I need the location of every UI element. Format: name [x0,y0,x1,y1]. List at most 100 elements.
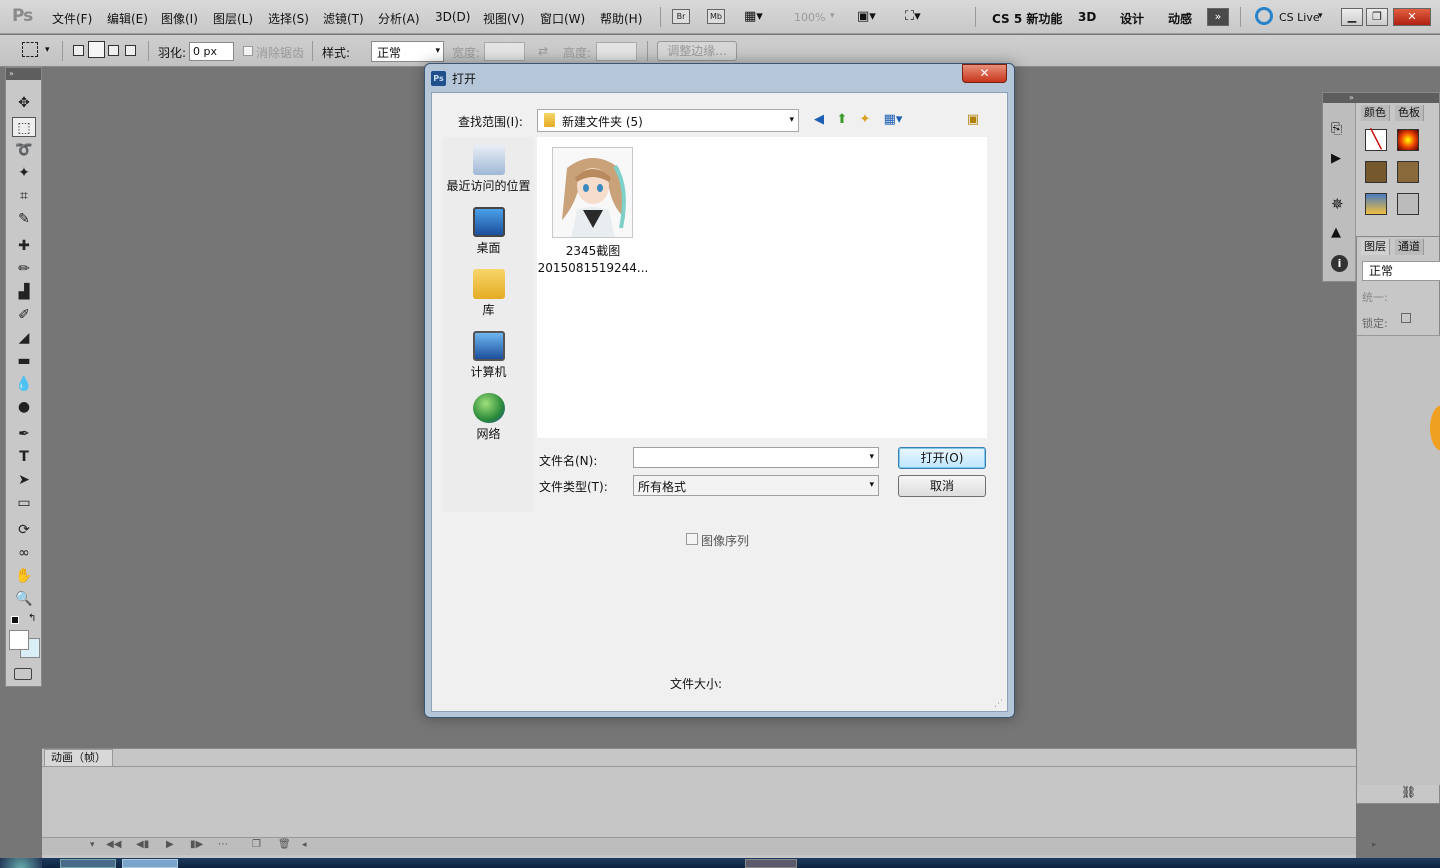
dodge-tool-icon[interactable]: ● [12,397,36,417]
zoom-level[interactable]: 100% [794,11,825,24]
history-brush-tool-icon[interactable]: ✐ [12,305,36,325]
eyedropper-tool-icon[interactable]: ✎ [12,209,36,229]
menu-image[interactable]: 图像(I) [161,10,198,27]
rect-marquee-preset-icon[interactable] [22,42,38,57]
brush-tool-icon[interactable]: ✏ [12,259,36,279]
bridge-button[interactable]: Br [672,9,690,24]
gradient-tool-icon[interactable]: ▬ [12,351,36,371]
quick-mask-icon[interactable] [14,668,32,680]
swap-icon[interactable]: ⇄ [538,44,548,58]
menu-edit[interactable]: 编辑(E) [107,10,148,27]
open-button[interactable]: 打开(O) [898,447,986,469]
style-swatch[interactable] [1397,161,1419,183]
tween-icon[interactable]: ⋯ [218,839,228,850]
zoom-dropdown-icon[interactable]: ▾ [830,11,835,21]
type-tool-icon[interactable]: T [12,447,36,467]
extras-icon[interactable]: ▦▾ [744,9,763,24]
actions-panel-icon[interactable]: ▶ [1331,151,1341,166]
preset-dropdown-icon[interactable]: ▾ [45,45,50,55]
pen-tool-icon[interactable]: ✒ [12,424,36,444]
style-none-swatch[interactable]: ╲ [1365,129,1387,151]
arrange-documents-icon[interactable]: ▣▾ [857,9,876,24]
clone-stamp-tool-icon[interactable]: ▟ [12,282,36,302]
tab-animation-frames[interactable]: 动画（帧） [44,749,113,766]
cs-live-dropdown-icon[interactable]: ▾ [1318,11,1323,21]
intersect-selection-icon[interactable] [125,45,136,56]
tab-layers[interactable]: 图层 [1361,239,1390,255]
style-select[interactable]: 正常 ▾ [371,41,444,62]
dialog-close-icon[interactable]: ✕ [962,64,1007,83]
path-select-tool-icon[interactable]: ➤ [12,470,36,490]
filename-input[interactable]: ▾ [633,447,879,468]
place-library[interactable]: 库 [443,269,534,318]
place-computer[interactable]: 计算机 [443,331,534,380]
delete-frame-icon[interactable]: 🗑 [278,839,291,850]
play-icon[interactable]: ▶ [166,839,174,850]
taskbar-app[interactable] [60,859,116,868]
image-sequence-checkbox[interactable] [686,533,698,545]
new-frame-icon[interactable]: ❐ [252,839,261,850]
tab-color[interactable]: 颜色 [1361,105,1390,121]
prev-frame-icon[interactable]: ◀▮ [136,839,149,850]
subtract-selection-icon[interactable] [108,45,119,56]
shape-tool-icon[interactable]: ▭ [12,493,36,513]
menu-analysis[interactable]: 分析(A) [378,10,420,27]
next-frame-icon[interactable]: ▮▶ [190,839,203,850]
menu-view[interactable]: 视图(V) [483,10,525,27]
window-close-icon[interactable]: ✕ [1393,8,1431,26]
scroll-left-icon[interactable]: ◂ [302,840,307,850]
move-tool-icon[interactable]: ✥ [12,93,36,113]
more-workspaces-icon[interactable]: » [1207,8,1229,26]
menu-filter[interactable]: 滤镜(T) [323,10,364,27]
workspace-design[interactable]: 设计 [1120,10,1144,27]
start-button[interactable] [0,858,42,868]
filetype-select[interactable]: 所有格式 ▾ [633,475,879,496]
place-network[interactable]: 网络 [443,393,534,442]
place-recent[interactable]: 最近访问的位置 [443,145,534,194]
menu-layer[interactable]: 图层(L) [213,10,253,27]
tools-panel-collapse-icon[interactable]: » [6,68,41,80]
taskbar-app[interactable] [122,859,178,868]
3d-rotate-tool-icon[interactable]: ⟳ [12,520,36,540]
hand-tool-icon[interactable]: ✋ [12,566,36,586]
style-swatch[interactable] [1397,129,1419,151]
refine-edge-button[interactable]: 调整边缘... [657,41,737,61]
file-thumbnail[interactable] [552,147,633,238]
swap-colors-icon[interactable]: ↰ [28,613,36,624]
view-menu-icon[interactable]: ▦▾ [879,111,907,129]
restore-icon[interactable]: ❐ [1366,8,1388,26]
minimize-icon[interactable]: ▁ [1341,8,1363,26]
back-icon[interactable]: ◀ [810,111,828,129]
cs-live-menu[interactable]: CS Live [1279,11,1320,24]
mini-bridge-button[interactable]: Mb [707,9,725,24]
resize-grip-icon[interactable]: ⋰ [994,699,1003,709]
panel-collapse-icon[interactable]: » [1323,93,1439,103]
lasso-tool-icon[interactable]: ➰ [12,140,36,160]
up-folder-icon[interactable]: ⬆ [833,111,851,129]
new-selection-icon[interactable] [73,45,84,56]
info-panel-icon[interactable]: i [1331,255,1348,272]
cancel-button[interactable]: 取消 [898,475,986,497]
new-folder-icon[interactable]: ✦ [856,111,874,129]
tab-swatches[interactable]: 色板 [1395,105,1424,121]
blur-tool-icon[interactable]: 💧 [12,374,36,394]
place-desktop[interactable]: 桌面 [443,207,534,256]
history-panel-icon[interactable]: ⎘ [1331,121,1342,137]
menu-select[interactable]: 选择(S) [268,10,309,27]
lock-transparent-icon[interactable] [1401,313,1411,323]
link-layers-icon[interactable]: ⛓ [1401,785,1416,799]
menu-file[interactable]: 文件(F) [52,10,92,27]
width-input[interactable] [484,42,525,61]
foreground-color-swatch[interactable] [9,630,29,650]
workspace-motion[interactable]: 动感 [1168,10,1192,27]
healing-brush-tool-icon[interactable]: ✚ [12,236,36,256]
quick-select-tool-icon[interactable]: ✦ [12,163,36,183]
scroll-right-icon[interactable]: ▸ [1372,840,1377,850]
taskbar-app[interactable] [745,859,797,868]
height-input[interactable] [596,42,637,61]
screen-mode-icon[interactable]: ⛶▾ [905,9,921,24]
blend-mode-select[interactable]: 正常 [1362,261,1440,281]
workspace-cs5-new[interactable]: CS 5 新功能 [992,10,1062,27]
style-swatch[interactable] [1365,161,1387,183]
zoom-tool-icon[interactable]: 🔍 [12,589,36,609]
